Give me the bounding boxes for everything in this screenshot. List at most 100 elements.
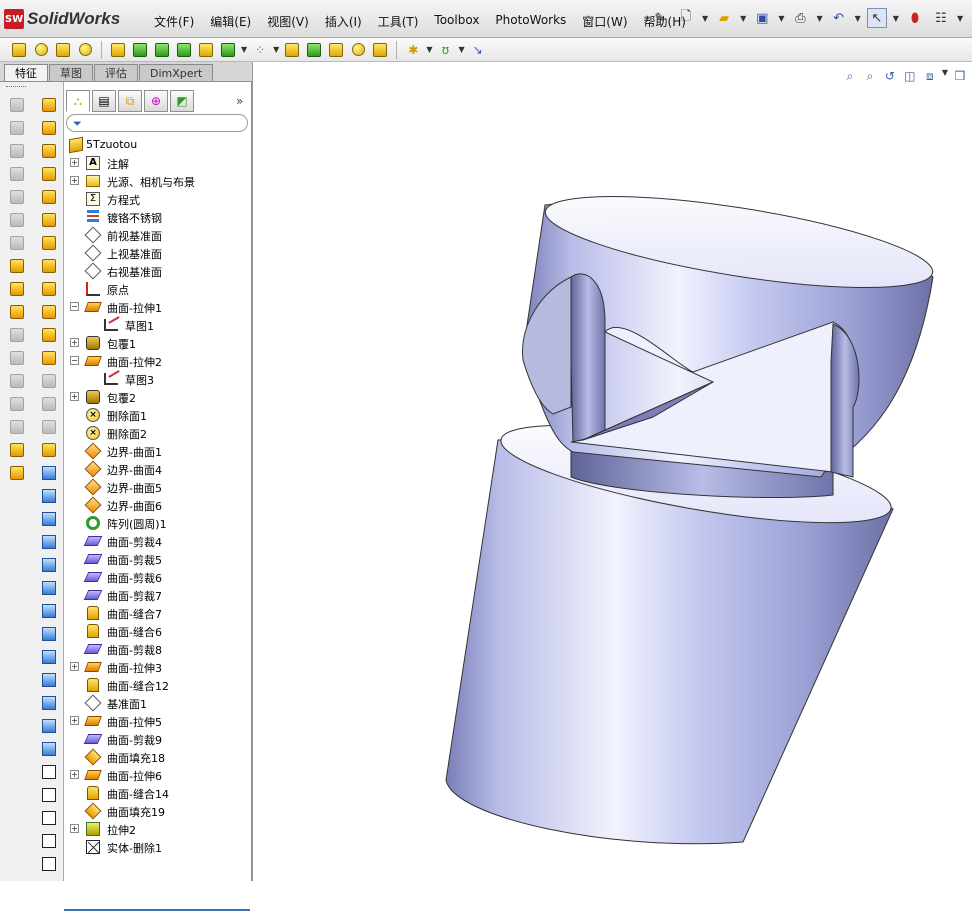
pin-icon[interactable]: ✎ [650,8,670,28]
surface-loft-icon[interactable] [40,165,58,183]
tree-item[interactable]: 边界-曲面1 [64,442,250,460]
tree-item[interactable]: 草图3 [64,370,250,388]
surface-extrude-icon[interactable] [40,96,58,114]
chevron-down-icon[interactable]: ▼ [458,45,464,54]
menu-item[interactable]: Toolbox [426,13,487,30]
menu-item[interactable]: 编辑(E) [202,13,259,30]
surface-sweep-icon[interactable] [40,142,58,160]
command-tab[interactable]: 特征 [4,64,48,81]
tree-item[interactable]: 曲面-剪裁5 [64,550,250,568]
expand-icon[interactable]: + [70,158,79,167]
tree-item[interactable]: 曲面-剪裁4 [64,532,250,550]
replace-face-icon[interactable] [40,349,58,367]
collapse-icon[interactable]: − [70,302,79,311]
chevron-down-icon[interactable]: ▼ [241,45,247,54]
chevron-down-icon[interactable]: ▼ [273,45,279,54]
tree-root[interactable]: 5Tzuotou [64,136,250,154]
tree-item[interactable]: 阵列(圆周)1 [64,514,250,532]
lofted-boss-icon[interactable] [8,165,26,183]
new-document-icon[interactable]: 🗋 [676,8,696,28]
view-box-icon[interactable] [40,832,58,850]
chevron-down-icon[interactable]: ▼ [855,14,861,23]
propertymanager-tab-icon[interactable]: ▤ [92,90,116,112]
menu-item[interactable]: 文件(F) [146,13,202,30]
point-icon[interactable] [40,510,58,528]
composite-curve-icon[interactable] [40,648,58,666]
tree-item[interactable]: 曲面-剪裁6 [64,568,250,586]
chevron-down-icon[interactable]: ▼ [740,14,746,23]
expand-icon[interactable]: + [70,824,79,833]
wrap-icon[interactable] [8,280,26,298]
tree-item[interactable]: 上视基准面 [64,244,250,262]
tree-item[interactable]: + 光源、相机与布景 [64,172,250,190]
options-icon[interactable]: ☷ [931,8,951,28]
tree-item[interactable]: + 包覆1 [64,334,250,352]
view-box-icon[interactable] [40,763,58,781]
extruded-boss-icon[interactable] [10,41,28,59]
surface-offset-icon[interactable] [40,234,58,252]
configurationmanager-tab-icon[interactable]: ⧉ [118,90,142,112]
fillet-icon[interactable] [8,395,26,413]
chevron-down-icon[interactable]: ▼ [702,14,708,23]
extruded-cut-icon[interactable] [109,41,127,59]
intersect-icon[interactable] [8,441,26,459]
tree-item[interactable]: 曲面-缝合7 [64,604,250,622]
tree-item[interactable]: 边界-曲面4 [64,460,250,478]
dimxpertmanager-tab-icon[interactable]: ⊕ [144,90,168,112]
tree-item[interactable]: 曲面-剪裁9 [64,730,250,748]
draft-icon[interactable] [327,41,345,59]
tree-item[interactable]: − 曲面-拉伸2 [64,352,250,370]
extruded-boss-icon[interactable] [8,96,26,114]
revolved-boss-icon[interactable] [32,41,50,59]
hole-wizard-icon[interactable] [197,41,215,59]
wrap-icon[interactable] [371,41,389,59]
tree-filter-input[interactable]: ⏷ [66,114,248,132]
chevron-down-icon[interactable]: ▼ [893,14,899,23]
expand-icon[interactable]: + [70,662,79,671]
app-brand[interactable]: SW SolidWorks [4,9,120,29]
chevron-down-icon[interactable]: ▼ [957,14,963,23]
untrim-icon[interactable] [40,395,58,413]
tree-item[interactable]: 基准面1 [64,694,250,712]
lofted-boss-icon[interactable] [76,41,94,59]
view-box-icon[interactable] [40,786,58,804]
tree-item[interactable]: × 删除面1 [64,406,250,424]
tree-item[interactable]: 曲面-剪裁8 [64,640,250,658]
delete-body-icon[interactable] [40,441,58,459]
fillet-icon[interactable] [219,41,237,59]
tree-item[interactable]: 曲面-缝合12 [64,676,250,694]
reference-axis-icon[interactable] [40,464,58,482]
split-line-icon[interactable] [40,602,58,620]
command-tab[interactable]: 草图 [49,64,93,81]
sketch-3d-icon[interactable] [40,717,58,735]
move-face-icon[interactable] [8,464,26,482]
tree-item[interactable]: + 曲面-拉伸6 [64,766,250,784]
tree-item[interactable]: 边界-曲面6 [64,496,250,514]
mate-reference-icon[interactable] [40,556,58,574]
revolved-cut-icon[interactable] [131,41,149,59]
chevron-down-icon[interactable]: ▼ [778,14,784,23]
command-tab[interactable]: 评估 [94,64,138,81]
3d-model[interactable] [253,62,972,881]
extend-surface-icon[interactable] [40,372,58,390]
featuremanager-tab-icon[interactable]: ⛬ [66,90,90,112]
rebuild-icon[interactable]: ⬮ [905,8,925,28]
tree-item[interactable]: + 拉伸2 [64,820,250,838]
tree-item[interactable]: + A 注解 [64,154,250,172]
swept-boss-icon[interactable] [8,142,26,160]
expand-icon[interactable]: + [70,176,79,185]
select-icon[interactable]: ↖ [866,8,887,28]
helix-icon[interactable] [40,625,58,643]
surface-knit-icon[interactable] [40,303,58,321]
command-tab[interactable]: DimXpert [139,64,214,81]
smart-dimension-icon[interactable] [40,740,58,758]
tree-item[interactable]: 曲面-剪裁7 [64,586,250,604]
chamfer-icon[interactable] [8,418,26,436]
tree-item[interactable]: × 删除面2 [64,424,250,442]
display-manager-tab-icon[interactable]: ◩ [170,90,194,112]
tree-item[interactable]: 曲面填充18 [64,748,250,766]
undo-icon[interactable]: ↶ [829,8,849,28]
tree-item[interactable]: 曲面填充19 [64,802,250,820]
reference-geometry-icon[interactable]: ✱ [404,41,422,59]
view-box-icon[interactable] [40,809,58,827]
